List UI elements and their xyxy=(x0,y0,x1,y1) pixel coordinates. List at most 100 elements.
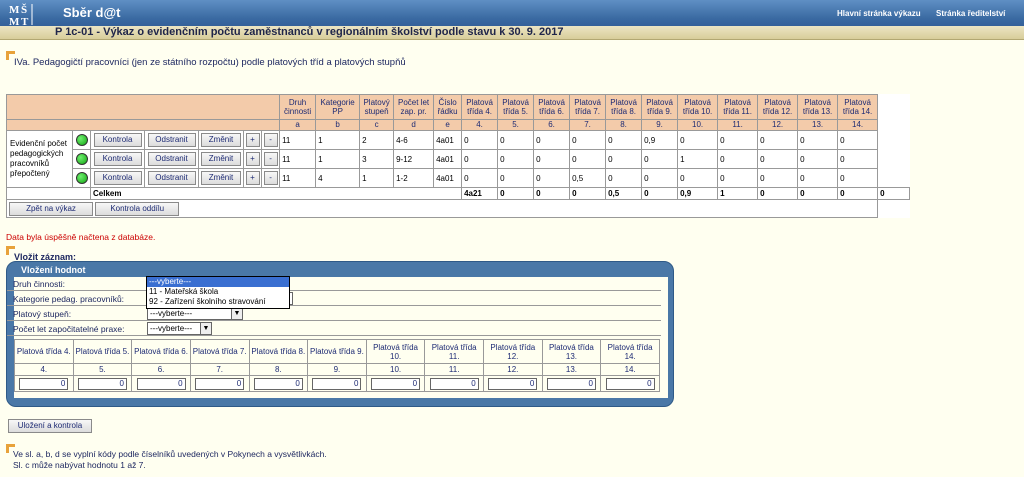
col-header: Platová třída 9. xyxy=(641,94,679,120)
table-cell: 0 xyxy=(641,168,679,188)
grid-input-cell: 0 xyxy=(365,375,426,392)
row-edit-button[interactable]: Změnit xyxy=(201,171,241,185)
years-select[interactable]: ---vyberte--- ▼ xyxy=(147,322,212,335)
table-cell: 0 xyxy=(757,149,799,169)
grid-header: Platová třída 9. xyxy=(307,339,367,364)
note-line: Ve sl. a, b, d se vyplní kódy podle číse… xyxy=(13,449,327,459)
save-and-check-button[interactable]: Uložení a kontrola xyxy=(8,419,92,433)
col-letter: 5. xyxy=(497,119,535,131)
col-letter: 4. xyxy=(461,119,499,131)
dropdown-option[interactable]: 11 - Mateřská škola xyxy=(147,287,289,297)
salary-class-input[interactable]: 0 xyxy=(77,377,127,390)
table-footer: Zpět na výkaz Kontrola oddílu xyxy=(5,199,879,218)
panel-title: Vložení hodnot xyxy=(21,265,86,275)
row-edit-button[interactable]: Změnit xyxy=(201,133,241,147)
grid-input-cell: 0 xyxy=(307,375,367,392)
dropdown-option[interactable]: ---vyberte--- xyxy=(147,277,289,287)
row-edit-button[interactable]: Změnit xyxy=(201,152,241,166)
grid-number: 13. xyxy=(541,363,602,376)
col-header: Platová třída 14. xyxy=(837,94,879,120)
grid-number: 9. xyxy=(307,363,367,376)
total-label: Celkem xyxy=(89,187,463,200)
table-cell: 0 xyxy=(797,149,839,169)
row-remove-button[interactable]: Odstranit xyxy=(147,133,196,147)
total-cell: 0 xyxy=(533,187,571,200)
col-header: Platová třída 7. xyxy=(569,94,607,120)
salary-class-input[interactable]: 0 xyxy=(19,377,69,390)
col-letter: 10. xyxy=(677,119,719,131)
table-cell: 0 xyxy=(461,130,499,150)
salary-class-input[interactable]: 0 xyxy=(371,377,421,390)
grid-input-cell: 0 xyxy=(541,375,602,392)
svg-text:Š: Š xyxy=(21,3,27,16)
activity-dropdown-list[interactable]: ---vyberte--- 11 - Mateřská škola 92 - Z… xyxy=(146,276,290,309)
total-cell: 0,9 xyxy=(677,187,719,200)
table-cell: 0 xyxy=(497,149,535,169)
table-cell: 11 xyxy=(279,130,317,150)
salary-class-input[interactable]: 0 xyxy=(195,377,245,390)
table-cell: 1-2 xyxy=(393,168,435,188)
grid-number: 7. xyxy=(189,363,250,376)
main-report-page-link[interactable]: Hlavní stránka výkazu xyxy=(837,9,921,18)
row-check-button[interactable]: Kontrola xyxy=(93,171,142,185)
row-minus-button[interactable]: - xyxy=(263,133,278,147)
col-letter: 11. xyxy=(717,119,759,131)
salary-class-input[interactable]: 0 xyxy=(429,377,479,390)
total-row-label-spacer xyxy=(6,187,91,200)
minus-cell: - xyxy=(260,130,281,150)
row-remove-button[interactable]: Odstranit xyxy=(147,152,196,166)
grid-input-cell: 0 xyxy=(14,375,74,392)
salary-class-input[interactable]: 0 xyxy=(253,377,303,390)
row-remove-button[interactable]: Odstranit xyxy=(147,171,196,185)
col-letter: a xyxy=(279,119,317,131)
col-header: Platová třída 5. xyxy=(497,94,535,120)
col-letter: 6. xyxy=(533,119,571,131)
table-cell: 4a01 xyxy=(433,130,463,150)
check-cell: Kontrola xyxy=(90,130,145,150)
row-minus-button[interactable]: - xyxy=(263,171,278,185)
row-check-button[interactable]: Kontrola xyxy=(93,152,142,166)
salary-class-input[interactable]: 0 xyxy=(136,377,186,390)
table-cell: 0 xyxy=(797,130,839,150)
grid-number: 5. xyxy=(72,363,133,376)
report-title-bar: P 1c-01 - Výkaz o evidenčním počtu zaměs… xyxy=(0,26,1024,40)
total-cell: 0 xyxy=(641,187,679,200)
header-blank xyxy=(5,94,281,120)
salary-class-input[interactable]: 0 xyxy=(488,377,538,390)
grid-number: 14. xyxy=(600,363,660,376)
table-cell: 1 xyxy=(359,168,395,188)
dropdown-option[interactable]: 92 - Zařízení školního stravování xyxy=(147,297,289,307)
section-check-button[interactable]: Kontrola oddílu xyxy=(95,201,180,216)
row-plus-button[interactable]: + xyxy=(245,171,260,185)
table-row: Evidenční počet pedagogických pracovníků… xyxy=(6,130,910,188)
status-ok-icon xyxy=(75,172,88,184)
chevron-down-icon[interactable]: ▼ xyxy=(200,323,211,334)
directorate-page-link[interactable]: Stránka ředitelství xyxy=(936,9,1005,18)
top-bar: M Š M T Sběr d@t Hlavní stránka výkazu S… xyxy=(0,0,1024,26)
svg-text:T: T xyxy=(21,16,29,26)
row-check-button[interactable]: Kontrola xyxy=(93,133,142,147)
total-cell: 0 xyxy=(757,187,799,200)
total-cell: 0,5 xyxy=(605,187,643,200)
chevron-down-icon[interactable]: ▼ xyxy=(231,308,242,319)
back-to-report-button[interactable]: Zpět na výkaz xyxy=(9,201,93,216)
table-cell: 0 xyxy=(837,149,879,169)
select-value: ---vyberte--- xyxy=(150,324,193,333)
status-ok-icon xyxy=(75,134,88,146)
table-cell: 0 xyxy=(533,130,571,150)
svg-text:M: M xyxy=(9,4,20,16)
grid-header: Platová třída 7. xyxy=(189,339,250,364)
table-cell: 0 xyxy=(569,130,607,150)
app-title: Sběr d@t xyxy=(63,5,121,20)
row-plus-button[interactable]: + xyxy=(245,152,260,166)
col-header: Druh činnosti xyxy=(279,94,317,120)
status-cell xyxy=(72,149,91,169)
row-minus-button[interactable]: - xyxy=(263,152,278,166)
row-plus-button[interactable]: + xyxy=(245,133,260,147)
salary-class-input[interactable]: 0 xyxy=(605,377,655,390)
table-cell: 0 xyxy=(497,130,535,150)
grid-header: Platová třída 13. xyxy=(541,339,602,364)
salary-class-input[interactable]: 0 xyxy=(312,377,362,390)
field-label: Kategorie pedag. pracovníků: xyxy=(13,294,125,304)
salary-class-input[interactable]: 0 xyxy=(546,377,596,390)
